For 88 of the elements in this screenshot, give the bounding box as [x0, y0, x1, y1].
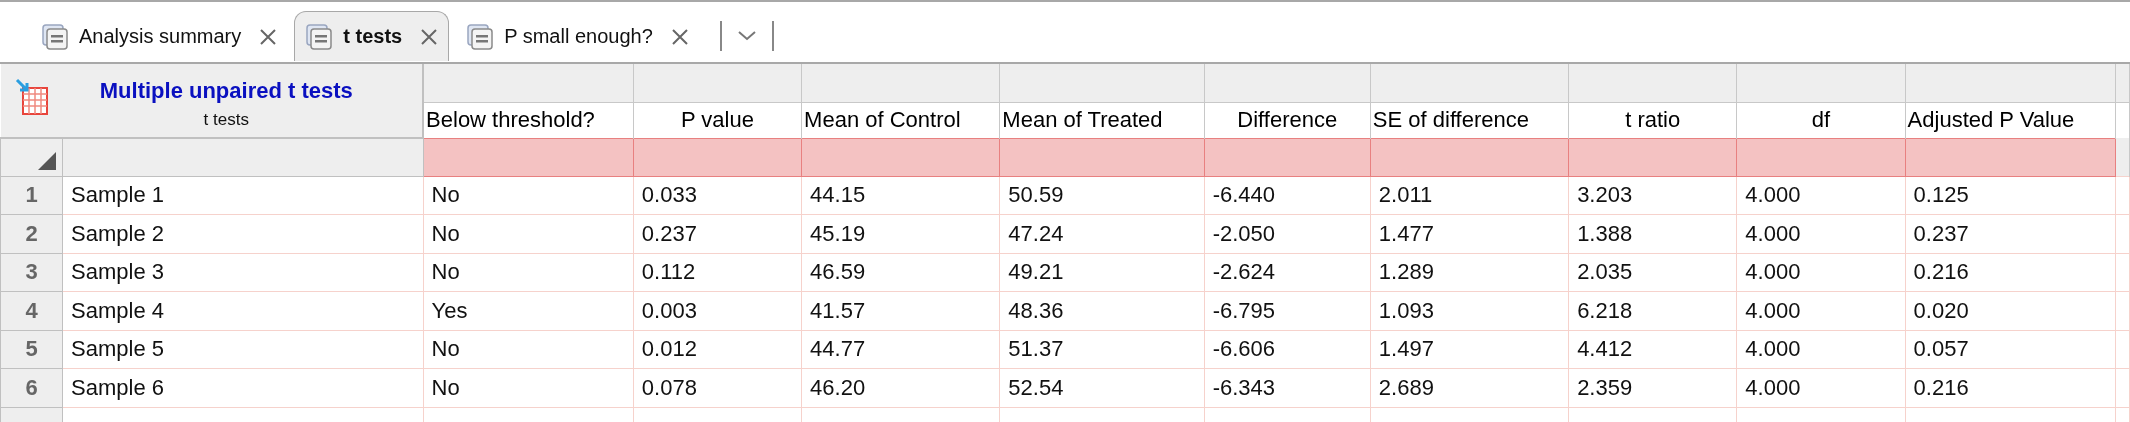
table-cell: 1.497 — [1370, 330, 1569, 369]
table-cell: 4.000 — [1736, 330, 1906, 369]
table-cell: 0.020 — [1905, 291, 2116, 330]
table-cell: 4.000 — [1736, 176, 1906, 215]
table-cell: 41.57 — [801, 291, 1000, 330]
table-cell: 3.203 — [1568, 176, 1737, 215]
table-cell: 2.035 — [1568, 253, 1737, 292]
table-cell: -6.606 — [1204, 330, 1371, 369]
table-cell: 47.24 — [999, 214, 1205, 253]
close-icon[interactable] — [420, 27, 439, 46]
table-cell: 0.033 — [633, 176, 802, 215]
column-header: Below threshold? — [423, 102, 634, 138]
table-cell: 0.125 — [1905, 176, 2116, 215]
table-cell: 0.078 — [633, 368, 802, 407]
corner-triangle-icon — [38, 151, 57, 170]
table-cell: Yes — [423, 291, 634, 330]
table-cell: 49.21 — [999, 253, 1205, 292]
row-number: 1 — [0, 176, 63, 215]
table-cell: 2.011 — [1370, 176, 1569, 215]
close-icon[interactable] — [259, 27, 278, 46]
table-cell: 0.112 — [633, 253, 802, 292]
row-number: 6 — [0, 368, 63, 407]
column-header: Mean of Control — [801, 102, 1000, 138]
column-header: SE of difference — [1370, 102, 1569, 138]
table-cell: Sample 4 — [62, 291, 424, 330]
tab[interactable]: P small enough? — [455, 11, 700, 61]
table-cell: -2.624 — [1204, 253, 1371, 292]
table-cell: 45.19 — [801, 214, 1000, 253]
column-header: Mean of Treated — [999, 102, 1205, 138]
table-cell: 2.359 — [1568, 368, 1737, 407]
document-icon — [466, 22, 495, 51]
table-cell: 1.388 — [1568, 214, 1737, 253]
table-cell: 46.20 — [801, 368, 1000, 407]
table-cell: 4.000 — [1736, 368, 1906, 407]
table-cell: 2.689 — [1370, 368, 1569, 407]
table-cell: 4.412 — [1568, 330, 1737, 369]
sheet-subtitle: t tests — [203, 110, 249, 130]
column-header: Adjusted P Value — [1905, 102, 2116, 138]
table-cell: 1.289 — [1370, 253, 1569, 292]
table-cell: 0.003 — [633, 291, 802, 330]
table-cell: 48.36 — [999, 291, 1205, 330]
column-header: P value — [633, 102, 802, 138]
document-icon — [41, 22, 69, 51]
table-cell: 4.000 — [1736, 291, 1906, 330]
table-cell: 46.59 — [801, 253, 1000, 292]
table-cell: -6.440 — [1204, 176, 1371, 215]
close-icon[interactable] — [670, 27, 689, 46]
table-cell: 1.093 — [1370, 291, 1569, 330]
document-icon — [305, 22, 334, 51]
table-cell: No — [423, 253, 634, 292]
table-cell: 0.237 — [1905, 214, 2116, 253]
table-cell: 51.37 — [999, 330, 1205, 369]
column-header: Difference — [1204, 102, 1371, 138]
table-cell: No — [423, 330, 634, 369]
table-cell: 50.59 — [999, 176, 1205, 215]
table-cell: -6.343 — [1204, 368, 1371, 407]
table-cell: Sample 1 — [62, 176, 424, 215]
table-cell: Sample 6 — [62, 368, 424, 407]
table-cell: No — [423, 368, 634, 407]
table-cell: 6.218 — [1568, 291, 1737, 330]
table-cell: 44.15 — [801, 176, 1000, 215]
table-cell: Sample 5 — [62, 330, 424, 369]
table-cell: 0.012 — [633, 330, 802, 369]
row-number: 5 — [0, 330, 63, 369]
column-header: t ratio — [1568, 102, 1737, 138]
table-cell: 4.000 — [1736, 214, 1906, 253]
table-cell: Sample 3 — [62, 253, 424, 292]
row-number: 4 — [0, 291, 63, 330]
table-cell: -2.050 — [1204, 214, 1371, 253]
table-cell: 52.54 — [999, 368, 1205, 407]
table-cell: -6.795 — [1204, 291, 1371, 330]
table-cell: 0.057 — [1905, 330, 2116, 369]
row-number: 3 — [0, 253, 63, 292]
tab[interactable]: t tests — [294, 11, 450, 61]
table-cell: 44.77 — [801, 330, 1000, 369]
table-icon — [14, 78, 51, 118]
table-cell: 0.216 — [1905, 368, 2116, 407]
table-cell: No — [423, 176, 634, 215]
table-cell: 0.237 — [633, 214, 802, 253]
sheet-title: Multiple unpaired t tests — [99, 78, 353, 104]
table-cell: 4.000 — [1736, 253, 1906, 292]
table-cell: 1.477 — [1370, 214, 1569, 253]
column-header: df — [1736, 102, 1906, 138]
table-cell: No — [423, 214, 634, 253]
table-cell: Sample 2 — [62, 214, 424, 253]
table-cell: 0.216 — [1905, 253, 2116, 292]
row-number: 2 — [0, 214, 63, 253]
tab[interactable]: Analysis summary — [30, 11, 289, 61]
